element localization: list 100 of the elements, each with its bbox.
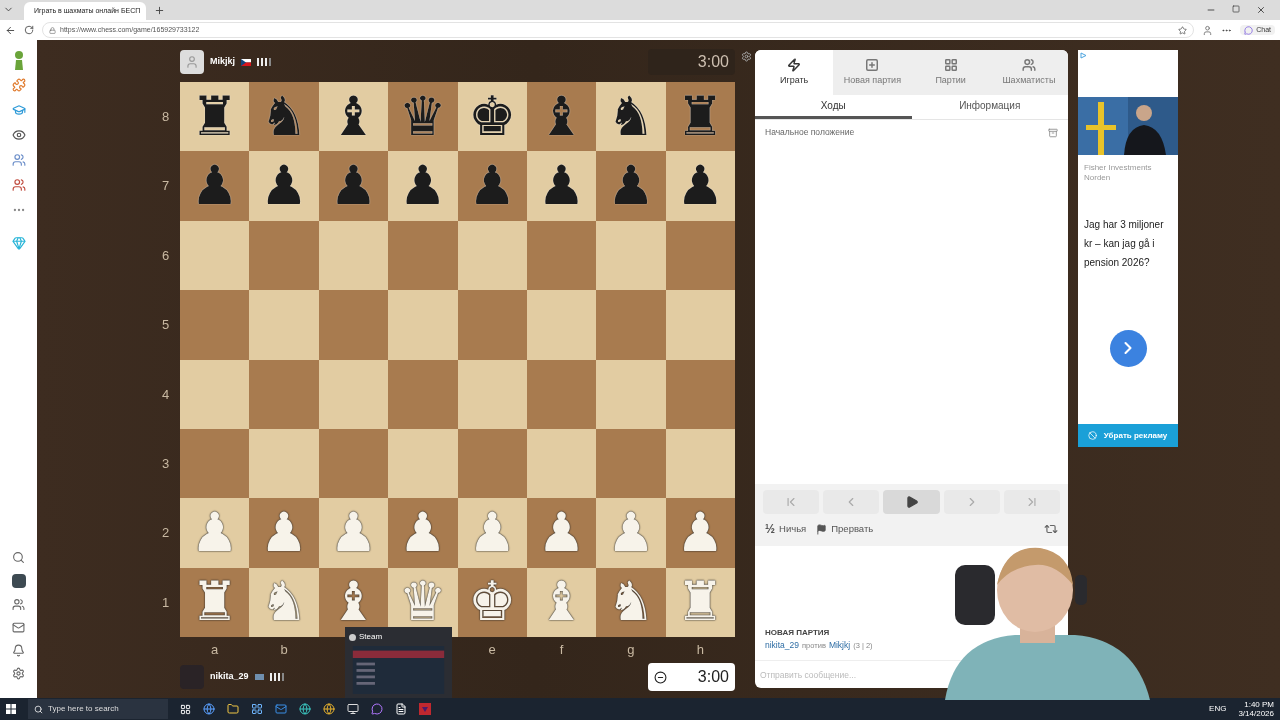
board-square[interactable] [596, 220, 666, 291]
chess-piece[interactable]: ♝ [329, 89, 378, 144]
chess-piece[interactable]: ♜ [190, 89, 239, 144]
steam-preview-tooltip[interactable]: Steam [345, 627, 452, 698]
chess-piece[interactable]: ♞ [606, 89, 656, 144]
board-square[interactable]: ♜ [180, 567, 250, 637]
bell-icon[interactable] [12, 644, 25, 657]
flip-board-icon[interactable] [1044, 522, 1058, 536]
board-square[interactable] [665, 359, 735, 429]
lesson-icon[interactable] [11, 103, 26, 117]
board-square[interactable]: ♝ [318, 82, 389, 152]
board-square[interactable]: ♟ [180, 151, 250, 221]
board-square[interactable] [526, 359, 597, 429]
chess-piece[interactable]: ♟ [606, 159, 656, 214]
chess-piece[interactable]: ♞ [259, 89, 309, 144]
mail-icon[interactable] [275, 703, 287, 715]
friends-icon[interactable] [12, 598, 25, 611]
chess-piece[interactable]: ♟ [467, 159, 517, 214]
store-icon[interactable] [251, 703, 263, 715]
board-square[interactable] [249, 428, 319, 499]
community-icon[interactable] [11, 178, 26, 192]
moves-tab[interactable]: Ходы [755, 95, 912, 119]
mail-icon[interactable] [12, 621, 25, 634]
board-square[interactable]: ♜ [180, 82, 250, 152]
board-square[interactable] [526, 290, 597, 360]
settings-icon[interactable] [12, 667, 25, 680]
people-icon[interactable] [11, 153, 26, 167]
board-square[interactable]: ♜ [665, 82, 735, 152]
board-square[interactable]: ♟ [249, 151, 319, 221]
move-nav-button[interactable] [883, 490, 940, 514]
chess-piece[interactable]: ♟ [676, 159, 725, 214]
board-square[interactable] [457, 359, 527, 429]
board-square[interactable]: ♛ [388, 82, 458, 152]
diamond-icon[interactable] [11, 236, 26, 250]
profile-icon[interactable] [1202, 24, 1214, 36]
board-square[interactable] [388, 428, 458, 499]
board-square[interactable] [318, 220, 389, 291]
chess-piece[interactable]: ♜ [190, 575, 239, 630]
search-icon[interactable] [12, 551, 25, 564]
ad-next-button[interactable] [1109, 329, 1147, 367]
avatar[interactable] [11, 574, 26, 588]
board-square[interactable] [457, 220, 527, 291]
windows-icon[interactable] [6, 704, 16, 714]
chess-piece[interactable]: ♝ [537, 89, 586, 144]
chess-piece[interactable]: ♞ [606, 575, 656, 630]
chess-piece[interactable]: ♟ [676, 505, 725, 560]
browser-icon[interactable] [323, 703, 335, 715]
board-square[interactable]: ♞ [596, 82, 666, 152]
board-square[interactable] [665, 220, 735, 291]
reload-icon[interactable] [24, 25, 34, 35]
board-square[interactable]: ♟ [526, 498, 597, 568]
task-view-icon[interactable] [180, 703, 191, 715]
remove-ads-button[interactable]: Убрать рекламу [1078, 424, 1178, 447]
board-square[interactable]: ♝ [526, 82, 597, 152]
panel-tab[interactable]: Шахматисты [989, 50, 1068, 95]
chess-piece[interactable]: ♟ [329, 159, 378, 214]
chess-piece[interactable]: ♟ [259, 159, 309, 214]
chess-piece[interactable]: ♟ [190, 159, 239, 214]
board-square[interactable] [180, 359, 250, 429]
board-square[interactable]: ♟ [318, 151, 389, 221]
close-icon[interactable] [1256, 5, 1266, 15]
board-square[interactable]: ♟ [596, 151, 666, 221]
board-square[interactable]: ♟ [665, 151, 735, 221]
chess-piece[interactable]: ♟ [398, 159, 447, 214]
eye-icon[interactable] [11, 128, 26, 142]
board-square[interactable] [318, 359, 389, 429]
board-square[interactable]: ♞ [596, 567, 666, 637]
board-square[interactable] [249, 220, 319, 291]
panel-tab[interactable]: Партии [911, 50, 990, 95]
board-square[interactable] [318, 290, 389, 360]
abort-button[interactable]: Прервать [816, 521, 874, 537]
board-square[interactable]: ♟ [526, 151, 597, 221]
board-square[interactable] [526, 220, 597, 291]
board-square[interactable]: ♟ [665, 498, 735, 568]
taskbar-search-field[interactable]: Type here to search [28, 699, 168, 719]
maximize-icon[interactable] [1232, 5, 1240, 13]
chess-piece[interactable]: ♟ [259, 505, 309, 560]
chess-piece[interactable]: ♛ [398, 89, 447, 144]
board-square[interactable]: ♟ [457, 151, 527, 221]
file-icon[interactable] [395, 703, 407, 715]
board-square[interactable]: ♟ [388, 151, 458, 221]
new-tab-icon[interactable] [154, 5, 165, 16]
message-field[interactable]: Отправить сообщение... [755, 661, 930, 688]
chess-piece[interactable]: ♝ [329, 575, 378, 630]
chess-piece[interactable]: ♚ [467, 89, 517, 144]
board-square[interactable] [665, 428, 735, 499]
draw-button[interactable]: ½ Ничья [765, 520, 807, 538]
ad-choices-icon[interactable] [1080, 52, 1087, 59]
board-square[interactable] [596, 428, 666, 499]
board-square[interactable] [526, 428, 597, 499]
board-square[interactable] [388, 220, 458, 291]
board-square[interactable]: ♟ [388, 498, 458, 568]
chess-piece[interactable]: ♟ [398, 505, 447, 560]
player-link[interactable]: nikita_29 [765, 639, 800, 652]
moves-tab[interactable]: Информация [911, 95, 1068, 119]
board-square[interactable] [180, 428, 250, 499]
app-icon[interactable] [203, 703, 215, 715]
chess-piece[interactable]: ♟ [537, 505, 586, 560]
board-square[interactable]: ♟ [249, 498, 319, 568]
app-icon[interactable] [347, 703, 359, 715]
